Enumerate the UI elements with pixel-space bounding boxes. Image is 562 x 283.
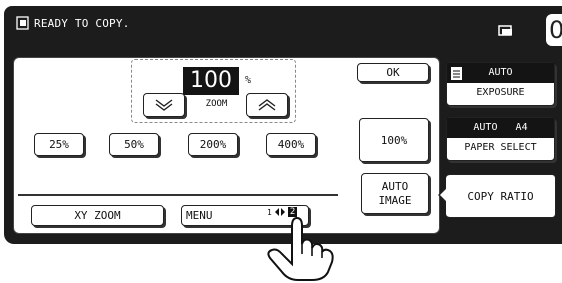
menu-label: MENU <box>186 209 213 222</box>
ok-button[interactable]: OK <box>357 63 429 82</box>
zoom-up-icon <box>258 99 276 111</box>
zoom-unit: % <box>245 75 252 86</box>
copy-ratio-button[interactable]: COPY RATIO <box>446 174 556 218</box>
exposure-icon <box>451 67 462 80</box>
paper-select-label: PAPER SELECT <box>464 142 537 153</box>
paper-tray-icon <box>16 16 29 30</box>
exposure-mode: AUTO <box>447 63 554 83</box>
copy-icon <box>498 25 512 36</box>
auto-image-button[interactable]: AUTO IMAGE <box>361 173 429 214</box>
zoom-value-display: 100 <box>183 67 239 95</box>
pointing-hand-icon <box>267 216 334 281</box>
exposure-button[interactable]: AUTO EXPOSURE <box>446 62 555 106</box>
auto-image-line1: AUTO <box>381 179 409 193</box>
divider <box>18 194 338 196</box>
paper-mode: AUTO A4 <box>447 118 554 138</box>
zoom-down-icon <box>155 99 173 111</box>
preset-400-button[interactable]: 400% <box>266 133 316 156</box>
preset-50-button[interactable]: 50% <box>109 133 159 156</box>
preset-200-button[interactable]: 200% <box>188 133 238 156</box>
zoom-up-button[interactable] <box>246 93 288 117</box>
preset-25-button[interactable]: 25% <box>34 133 84 156</box>
copy-count: 0 <box>546 14 562 46</box>
status-message: READY TO COPY. <box>34 17 130 30</box>
ratio-100-button[interactable]: 100% <box>359 118 429 162</box>
zoom-down-button[interactable] <box>143 93 185 117</box>
exposure-label: EXPOSURE <box>476 87 525 98</box>
xy-zoom-button[interactable]: XY ZOOM <box>31 205 164 226</box>
auto-image-line2: IMAGE <box>378 193 412 207</box>
paper-select-button[interactable]: AUTO A4 PAPER SELECT <box>446 117 555 161</box>
zoom-label: ZOOM <box>205 99 228 109</box>
